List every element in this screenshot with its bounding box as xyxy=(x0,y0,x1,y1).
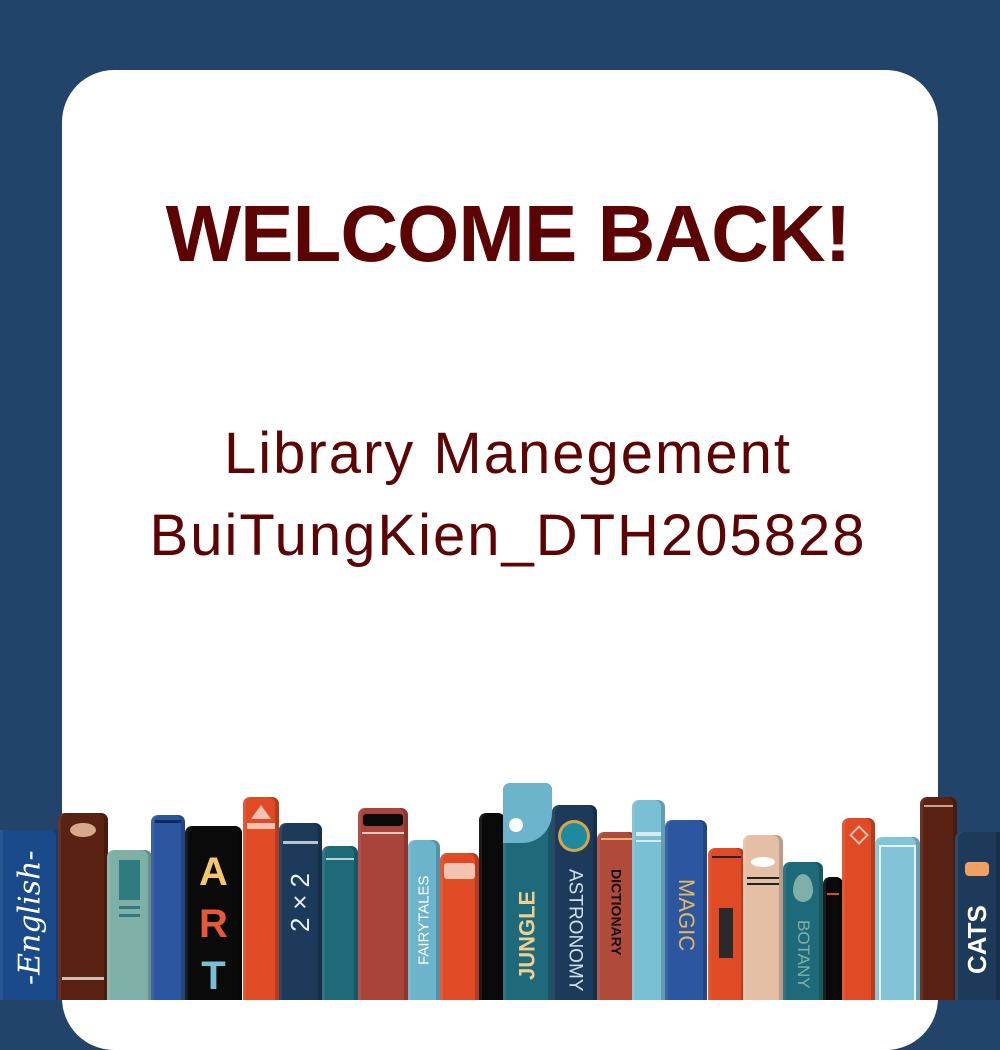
welcome-title: WELCOME BACK! xyxy=(165,189,852,278)
book-blue xyxy=(151,815,185,1000)
spine-label: 2×2 xyxy=(285,873,315,933)
spine-label: CATS xyxy=(962,905,992,974)
book-orange xyxy=(243,797,279,1000)
spine-label: MAGIC xyxy=(674,878,699,952)
spine-label: DICTIONARY xyxy=(608,868,625,956)
book-black-2 xyxy=(823,877,843,1000)
book-art: A R T xyxy=(185,826,242,1000)
book-brown-2 xyxy=(920,797,957,1000)
spine-label: FAIRYTALES xyxy=(415,875,433,965)
book-black xyxy=(479,813,505,1000)
book-english: -English- xyxy=(0,830,60,1000)
book-brown xyxy=(58,813,108,1000)
book-red-brown xyxy=(358,808,408,1000)
book-jungle: JUNGLE xyxy=(503,783,552,1000)
book-magic: MAGIC xyxy=(665,820,707,1000)
book-light-blue-2 xyxy=(875,837,920,1000)
book-botany: BOTANY xyxy=(783,862,823,1000)
book-orange-4 xyxy=(842,818,875,1000)
spine-letter: A xyxy=(199,850,228,894)
book-beige xyxy=(743,835,783,1000)
book-teal xyxy=(322,846,358,1000)
spine-label: JUNGLE xyxy=(514,890,540,981)
author-id: BuiTungKien_DTH205828 xyxy=(149,503,867,568)
book-math: 2×2 xyxy=(279,823,322,1000)
book-orange-2 xyxy=(440,853,479,1000)
spine-label: -English- xyxy=(12,850,48,985)
book-light-blue xyxy=(632,800,665,1000)
book-dictionary: DICTIONARY xyxy=(597,832,636,1000)
spine-label: BOTANY xyxy=(794,920,813,989)
book-astronomy: ASTRONOMY xyxy=(552,805,597,1000)
book-fairytales: FAIRYTALES xyxy=(408,840,440,1000)
spine-letter: T xyxy=(201,954,226,998)
spine-letter: R xyxy=(199,902,228,946)
app-name: Library Manegement xyxy=(224,421,792,486)
spine-label: ASTRONOMY xyxy=(564,868,586,992)
book-cats: CATS xyxy=(955,832,1000,1000)
book-orange-3 xyxy=(708,848,745,1000)
book-sage xyxy=(107,850,152,1000)
